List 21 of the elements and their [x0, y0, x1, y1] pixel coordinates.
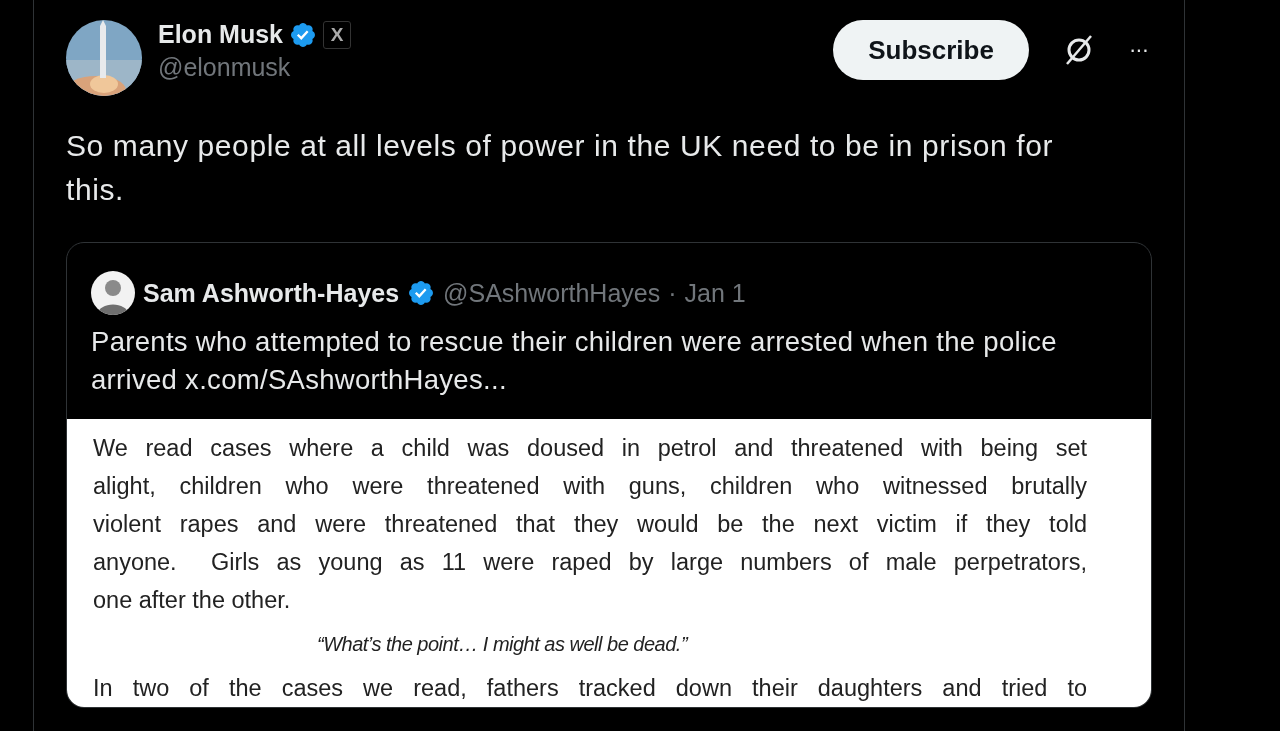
more-button[interactable]: ···	[1129, 20, 1148, 80]
document-line: In two of the cases we read, fathers tracked down their daughters and tried to	[93, 674, 1087, 703]
document-line: anyone. Girls as young as 11 were raped by large numbers of male perpetrators,	[93, 548, 1087, 577]
post-text: So many people at all levels of power in the UK need to be in prison for this.	[66, 128, 1055, 208]
post-link[interactable]: x.com/SAshworthHayes...	[185, 364, 507, 395]
document-line: violent rapes and were threatened that they would be the next victim if they told	[93, 510, 1087, 539]
document-line: alight, children who were threatened with guns, children who witnessed brutally	[93, 472, 1087, 501]
subscribe-button[interactable]: Subscribe	[833, 20, 1029, 80]
document-quote: “What’s the point… I might as well be dead.”	[316, 632, 690, 657]
quoted-post-card[interactable]	[66, 242, 1152, 708]
quoted-author-name[interactable]: Sam Ashworth-Hayes	[143, 278, 400, 308]
document-line: one after the other.	[93, 586, 292, 615]
separator-dot: ·	[668, 278, 677, 308]
quoted-author-handle[interactable]: @SAshworthHayes	[443, 278, 661, 308]
avatar-icon	[91, 271, 135, 315]
author-name[interactable]: Elon Musk	[158, 20, 283, 49]
affiliate-badge[interactable]: X	[323, 20, 351, 49]
quoted-post-text: Parents who attempted to rescue their children were arrested when the police arrived x.com/SAshworthHayes...	[91, 325, 1058, 397]
post-date[interactable]: Jan 1	[684, 278, 746, 308]
author-handle[interactable]: @elonmusk	[158, 53, 817, 82]
document-line: We read cases where a child was doused in petrol and threatened with being set	[93, 434, 1087, 463]
